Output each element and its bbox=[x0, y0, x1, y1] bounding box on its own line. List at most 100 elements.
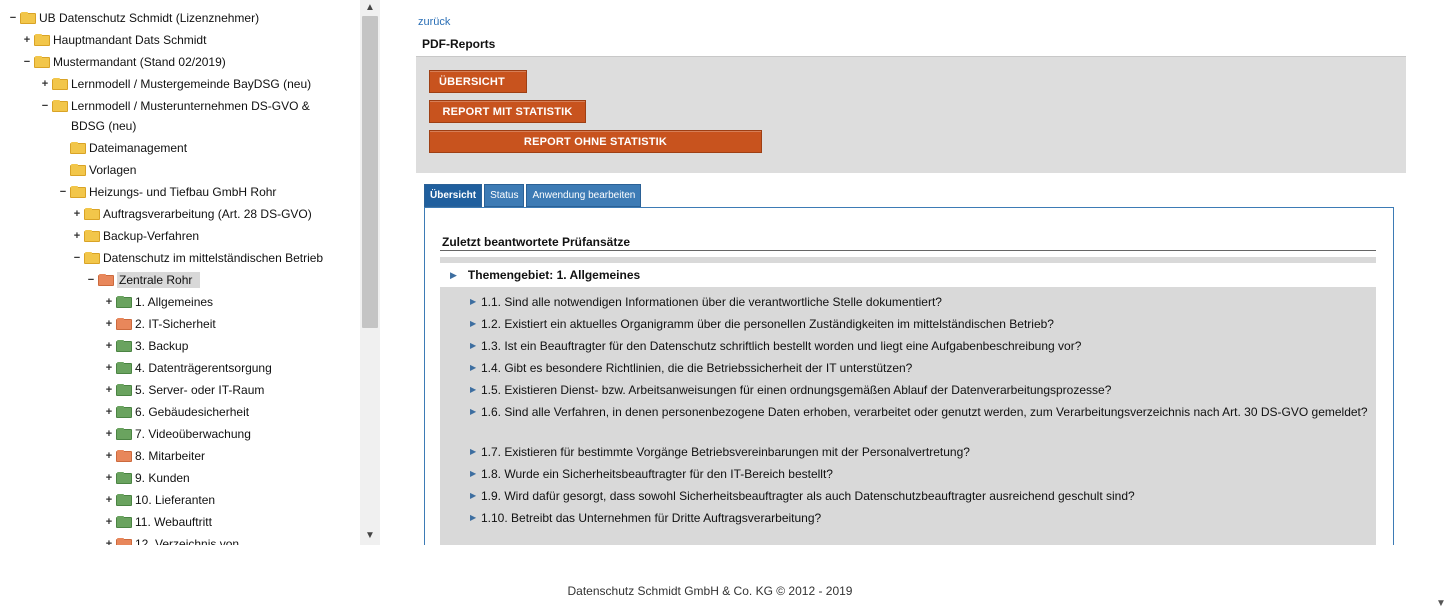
section-title: Zuletzt beantwortete Prüfansätze bbox=[442, 235, 631, 249]
tree-item-label: 6. Gebäudesicherheit bbox=[135, 405, 250, 419]
question-item[interactable]: ▶ 1.3. Ist ein Beauftragter für den Daten… bbox=[470, 337, 1370, 355]
tree-item[interactable]: − Lernmodell / Musterunternehmen DS-GVO &… bbox=[40, 96, 341, 136]
tree-item[interactable]: + Backup-Verfahren bbox=[72, 226, 199, 246]
tree-item[interactable]: Vorlagen bbox=[58, 160, 136, 180]
expand-icon[interactable]: + bbox=[104, 385, 114, 396]
expand-icon[interactable]: + bbox=[104, 363, 114, 374]
question-item[interactable]: ▶ 1.7. Existieren für bestimmte Vorgänge … bbox=[470, 443, 1370, 461]
tab-status[interactable]: Status bbox=[484, 184, 525, 207]
tree-item[interactable]: +4. Datenträgerentsorgung bbox=[104, 358, 272, 378]
tree-item[interactable]: + Auftragsverarbeitung (Art. 28 DS-GVO) bbox=[72, 204, 312, 224]
tree-item[interactable]: +9. Kunden bbox=[104, 468, 190, 488]
expand-icon[interactable]: + bbox=[104, 495, 114, 506]
back-link[interactable]: zurück bbox=[418, 16, 450, 28]
question-text: 1.3. Ist ein Beauftragter für den Datens… bbox=[481, 339, 1082, 353]
question-item[interactable]: ▶ 1.1. Sind alle notwendigen Informatione… bbox=[470, 293, 1370, 311]
expand-icon[interactable]: + bbox=[104, 517, 114, 528]
question-item[interactable]: ▶ 1.8. Wurde ein Sicherheitsbeauftragter … bbox=[470, 465, 1370, 483]
question-item[interactable]: ▶ 1.4. Gibt es besondere Richtlinien, die… bbox=[470, 359, 1370, 377]
theme-title: Themengebiet: 1. Allgemeines bbox=[467, 268, 641, 282]
tree-item[interactable]: +2. IT-Sicherheit bbox=[104, 314, 216, 334]
folder-icon bbox=[116, 471, 132, 484]
expand-icon[interactable]: + bbox=[22, 35, 32, 46]
expand-icon[interactable]: + bbox=[104, 297, 114, 308]
tree-item[interactable]: − Heizungs- und Tiefbau GmbH Rohr bbox=[58, 182, 277, 202]
tree-item[interactable]: +5. Server- oder IT-Raum bbox=[104, 380, 265, 400]
tree-item-label: 4. Datenträgerentsorgung bbox=[135, 361, 272, 375]
question-item[interactable]: ▶ 1.10. Betreibt das Unternehmen für Drit… bbox=[470, 509, 1370, 527]
tree-item[interactable]: +6. Gebäudesicherheit bbox=[104, 402, 249, 422]
tree-item-label: 11. Webauftritt bbox=[135, 515, 212, 529]
folder-icon bbox=[116, 339, 132, 352]
expand-icon[interactable]: + bbox=[104, 341, 114, 352]
tree-item[interactable]: +12. Verzeichnis von bbox=[104, 534, 239, 545]
tree-item-label: 1. Allgemeines bbox=[135, 295, 214, 309]
expand-arrow-icon: ▶ bbox=[450, 269, 457, 280]
tree-item[interactable]: + Hauptmandant Dats Schmidt bbox=[22, 30, 207, 50]
report-with-stats-button[interactable]: REPORT MIT STATISTIK bbox=[429, 100, 586, 123]
tree-scrollbar[interactable]: ▲ ▼ bbox=[360, 0, 380, 545]
scroll-up-arrow-icon[interactable]: ▲ bbox=[360, 0, 380, 16]
tree-scroll-thumb[interactable] bbox=[362, 16, 378, 328]
tree-item[interactable]: +8. Mitarbeiter bbox=[104, 446, 205, 466]
collapse-icon[interactable]: − bbox=[8, 13, 18, 24]
tree-item-label: 10. Lieferanten bbox=[135, 493, 216, 507]
tree-item[interactable]: +11. Webauftritt bbox=[104, 512, 212, 532]
arrow-right-icon: ▶ bbox=[470, 363, 477, 372]
tree-item[interactable]: − UB Datenschutz Schmidt (Lizenznehmer) bbox=[8, 8, 259, 28]
folder-icon bbox=[116, 405, 132, 418]
overview-button[interactable]: ÜBERSICHT bbox=[429, 70, 527, 93]
tree-item[interactable]: − Zentrale Rohr bbox=[86, 270, 201, 290]
expand-icon[interactable]: + bbox=[40, 79, 50, 90]
tree-item[interactable]: +7. Videoüberwachung bbox=[104, 424, 251, 444]
theme-header[interactable]: ▶ Themengebiet: 1. Allgemeines bbox=[440, 263, 1376, 287]
question-item[interactable]: ▶ 1.6. Sind alle Verfahren, in denen pers… bbox=[470, 403, 1370, 421]
tree-item-label: 5. Server- oder IT-Raum bbox=[135, 383, 265, 397]
reports-box: ÜBERSICHT REPORT MIT STATISTIK REPORT OH… bbox=[416, 56, 1406, 173]
arrow-right-icon: ▶ bbox=[470, 513, 477, 522]
expand-icon[interactable]: + bbox=[104, 451, 114, 462]
folder-icon bbox=[116, 317, 132, 330]
collapse-icon[interactable]: − bbox=[58, 187, 68, 198]
tree-item[interactable]: − Datenschutz im mittelständischen Betrie… bbox=[72, 248, 323, 268]
expand-icon[interactable]: + bbox=[72, 209, 82, 220]
expand-icon[interactable]: + bbox=[104, 473, 114, 484]
folder-icon bbox=[52, 100, 68, 112]
tab-edit-application[interactable]: Anwendung bearbeiten bbox=[526, 184, 642, 207]
folder-icon bbox=[70, 141, 86, 154]
collapse-icon[interactable]: − bbox=[22, 57, 32, 68]
folder-icon bbox=[84, 207, 100, 220]
tree-item[interactable]: − Mustermandant (Stand 02/2019) bbox=[22, 52, 226, 72]
tree-item-label: Lernmodell / Musterunternehmen DS-GVO & … bbox=[71, 99, 310, 133]
tab-overview[interactable]: Übersicht bbox=[424, 184, 483, 207]
folder-icon bbox=[34, 33, 50, 46]
folder-icon bbox=[70, 185, 86, 198]
report-without-stats-button[interactable]: REPORT OHNE STATISTIK bbox=[429, 130, 762, 153]
tree-item-label: Zentrale Rohr bbox=[117, 272, 201, 288]
expand-icon[interactable]: + bbox=[72, 231, 82, 242]
question-item[interactable]: ▶ 1.9. Wird dafür gesorgt, dass sowohl Si… bbox=[470, 487, 1370, 505]
tree-item-label: UB Datenschutz Schmidt (Lizenznehmer) bbox=[39, 11, 260, 25]
folder-icon bbox=[20, 11, 36, 24]
expand-icon[interactable]: + bbox=[104, 407, 114, 418]
question-item[interactable]: ▶ 1.5. Existieren Dienst- bzw. Arbeitsanw… bbox=[470, 381, 1370, 399]
collapse-icon[interactable]: − bbox=[40, 101, 50, 112]
tree-viewport: − UB Datenschutz Schmidt (Lizenznehmer) + H… bbox=[0, 0, 360, 545]
expand-icon[interactable]: + bbox=[104, 429, 114, 440]
scroll-down-arrow-icon[interactable]: ▼ bbox=[360, 528, 380, 544]
tree-panel: − UB Datenschutz Schmidt (Lizenznehmer) + H… bbox=[0, 0, 384, 545]
tree-item[interactable]: +10. Lieferanten bbox=[104, 490, 215, 510]
main-content: zurück PDF-Reports ÜBERSICHT REPORT MIT … bbox=[416, 8, 1406, 545]
tree-item[interactable]: +1. Allgemeines bbox=[104, 292, 213, 312]
collapse-icon[interactable]: − bbox=[72, 253, 82, 264]
question-item[interactable]: ▶ 1.2. Existiert ein aktuelles Organigram… bbox=[470, 315, 1370, 333]
expand-icon[interactable]: + bbox=[104, 319, 114, 330]
tree-item[interactable]: Dateimanagement bbox=[58, 138, 187, 158]
arrow-right-icon: ▶ bbox=[470, 407, 477, 416]
collapse-icon[interactable]: − bbox=[86, 275, 96, 286]
question-text: 1.2. Existiert ein aktuelles Organigramm… bbox=[481, 317, 1054, 331]
tree-item[interactable]: + Lernmodell / Mustergemeinde BayDSG (neu… bbox=[40, 74, 311, 94]
tree-item[interactable]: +3. Backup bbox=[104, 336, 189, 356]
page-scroll-down-icon[interactable]: ▼ bbox=[1436, 598, 1446, 609]
expand-icon[interactable]: + bbox=[104, 539, 114, 546]
